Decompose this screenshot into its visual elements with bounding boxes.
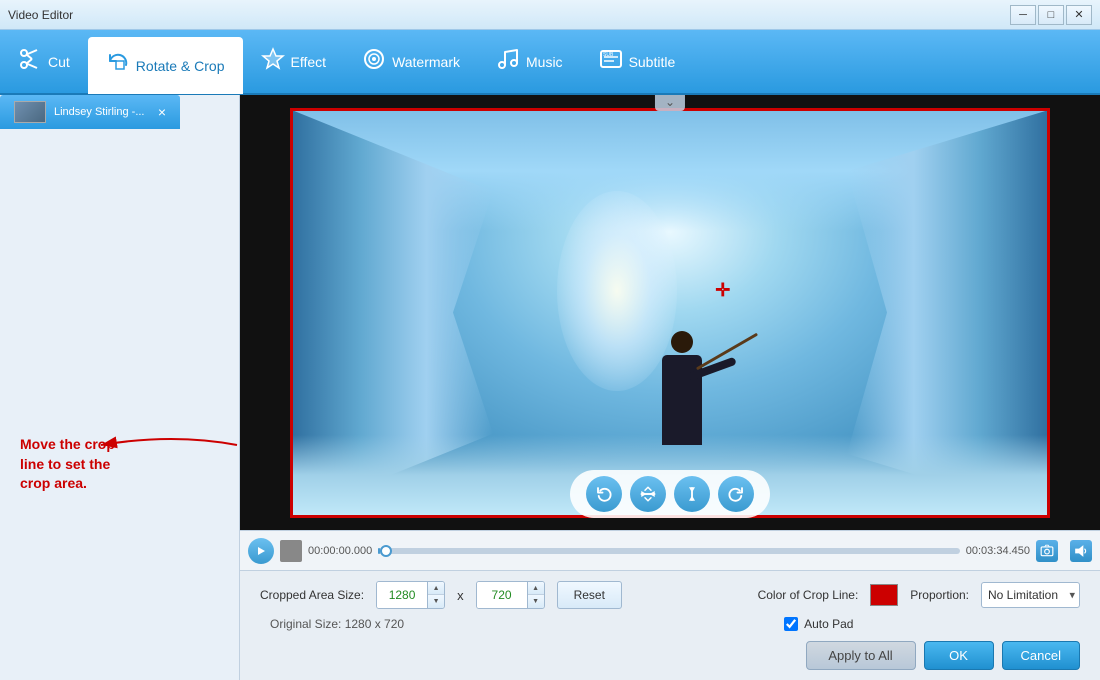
watermark-icon xyxy=(362,47,386,77)
proportion-select[interactable]: No Limitation 16:9 4:3 1:1 9:16 xyxy=(981,582,1080,608)
x-separator: x xyxy=(457,588,464,603)
original-size-label: Original Size: 1280 x 720 xyxy=(270,617,404,631)
file-close-button[interactable]: × xyxy=(158,104,166,120)
cropped-size-label: Cropped Area Size: xyxy=(260,588,364,602)
time-start: 00:00:00.000 xyxy=(308,545,372,557)
figure-body xyxy=(662,355,702,445)
volume-button[interactable] xyxy=(1070,540,1092,562)
width-input-group: ▲ ▼ xyxy=(376,581,445,609)
window-controls: ─ □ ✕ xyxy=(1010,5,1092,25)
tab-cut-label: Cut xyxy=(48,54,70,70)
window-title: Video Editor xyxy=(8,8,1010,22)
rotate-crop-icon xyxy=(106,51,130,81)
tab-subtitle[interactable]: SUB Subtitle xyxy=(581,29,694,94)
rotate-right-button[interactable] xyxy=(718,476,754,512)
height-input[interactable] xyxy=(477,582,527,608)
auto-pad-label: Auto Pad xyxy=(804,617,853,631)
time-end: 00:03:34.450 xyxy=(966,545,1030,557)
file-tab: Lindsey Stirling -... × xyxy=(0,95,180,129)
bottom-controls: Cropped Area Size: ▲ ▼ x ▲ ▼ Reset xyxy=(240,570,1100,680)
collapse-button[interactable]: ⌄ xyxy=(655,95,685,111)
snapshot-button[interactable] xyxy=(1036,540,1058,562)
tab-music[interactable]: Music xyxy=(478,29,581,94)
tab-subtitle-label: Subtitle xyxy=(629,54,676,70)
figure xyxy=(662,355,702,445)
width-down-button[interactable]: ▼ xyxy=(428,595,444,608)
effect-icon xyxy=(261,47,285,77)
height-spin-buttons: ▲ ▼ xyxy=(527,582,544,608)
crop-color-label: Color of Crop Line: xyxy=(758,588,859,602)
tab-rotate-crop-label: Rotate & Crop xyxy=(136,58,225,74)
crop-cursor: ✛ xyxy=(715,280,730,301)
ok-button[interactable]: OK xyxy=(924,641,994,670)
progress-bar[interactable] xyxy=(378,548,960,554)
tab-watermark[interactable]: Watermark xyxy=(344,29,478,94)
width-input[interactable] xyxy=(377,582,427,608)
height-up-button[interactable]: ▲ xyxy=(528,582,544,595)
proportion-select-wrapper: No Limitation 16:9 4:3 1:1 9:16 xyxy=(981,582,1080,608)
video-overlay-controls xyxy=(570,470,770,518)
controls-row1: Cropped Area Size: ▲ ▼ x ▲ ▼ Reset xyxy=(260,581,1080,609)
tab-effect[interactable]: Effect xyxy=(243,29,345,94)
music-icon xyxy=(496,47,520,77)
playback-icons xyxy=(1036,540,1092,562)
progress-thumb xyxy=(380,545,392,557)
tunnel-glow xyxy=(557,191,677,391)
video-frame: ✛ xyxy=(290,108,1050,518)
subtitle-icon: SUB xyxy=(599,47,623,77)
auto-pad-row: Auto Pad xyxy=(784,617,853,631)
rotate-left-button[interactable] xyxy=(586,476,622,512)
reset-button[interactable]: Reset xyxy=(557,581,622,609)
main-area: Lindsey Stirling -... × Move the crop li… xyxy=(0,95,1100,680)
flip-horizontal-button[interactable] xyxy=(630,476,666,512)
hint-text: Move the crop line to set the crop area. xyxy=(20,435,115,494)
apply-to-all-button[interactable]: Apply to All xyxy=(806,641,916,670)
video-content: ✛ xyxy=(293,111,1047,515)
tab-effect-label: Effect xyxy=(291,54,327,70)
file-thumbnail xyxy=(14,101,46,123)
file-name: Lindsey Stirling -... xyxy=(54,106,150,118)
stop-button[interactable] xyxy=(280,540,302,562)
figure-head xyxy=(671,331,693,353)
tab-rotate-crop[interactable]: Rotate & Crop xyxy=(88,37,243,94)
play-button[interactable] xyxy=(248,538,274,564)
playback-bar: 00:00:00.000 00:03:34.450 xyxy=(240,530,1100,570)
close-button[interactable]: ✕ xyxy=(1066,5,1092,25)
width-up-button[interactable]: ▲ xyxy=(428,582,444,595)
maximize-button[interactable]: □ xyxy=(1038,5,1064,25)
controls-row3: Apply to All OK Cancel xyxy=(260,641,1080,670)
tab-cut[interactable]: Cut xyxy=(0,29,88,94)
crop-color-swatch[interactable] xyxy=(870,584,898,606)
height-down-button[interactable]: ▼ xyxy=(528,595,544,608)
tab-watermark-label: Watermark xyxy=(392,54,460,70)
tab-music-label: Music xyxy=(526,54,563,70)
video-column: ✛ ⌄ xyxy=(240,95,1100,680)
tab-bar: Cut Rotate & Crop Effect Watermark xyxy=(0,30,1100,95)
width-spin-buttons: ▲ ▼ xyxy=(427,582,444,608)
video-canvas: ✛ ⌄ xyxy=(240,95,1100,530)
auto-pad-checkbox[interactable] xyxy=(784,617,798,631)
title-bar: Video Editor ─ □ ✕ xyxy=(0,0,1100,30)
flip-vertical-button[interactable] xyxy=(674,476,710,512)
sidebar: Lindsey Stirling -... × Move the crop li… xyxy=(0,95,240,680)
minimize-button[interactable]: ─ xyxy=(1010,5,1036,25)
cut-icon xyxy=(18,47,42,77)
height-input-group: ▲ ▼ xyxy=(476,581,545,609)
svg-text:SUB: SUB xyxy=(603,52,614,58)
cancel-button[interactable]: Cancel xyxy=(1002,641,1080,670)
proportion-label: Proportion: xyxy=(910,588,969,602)
